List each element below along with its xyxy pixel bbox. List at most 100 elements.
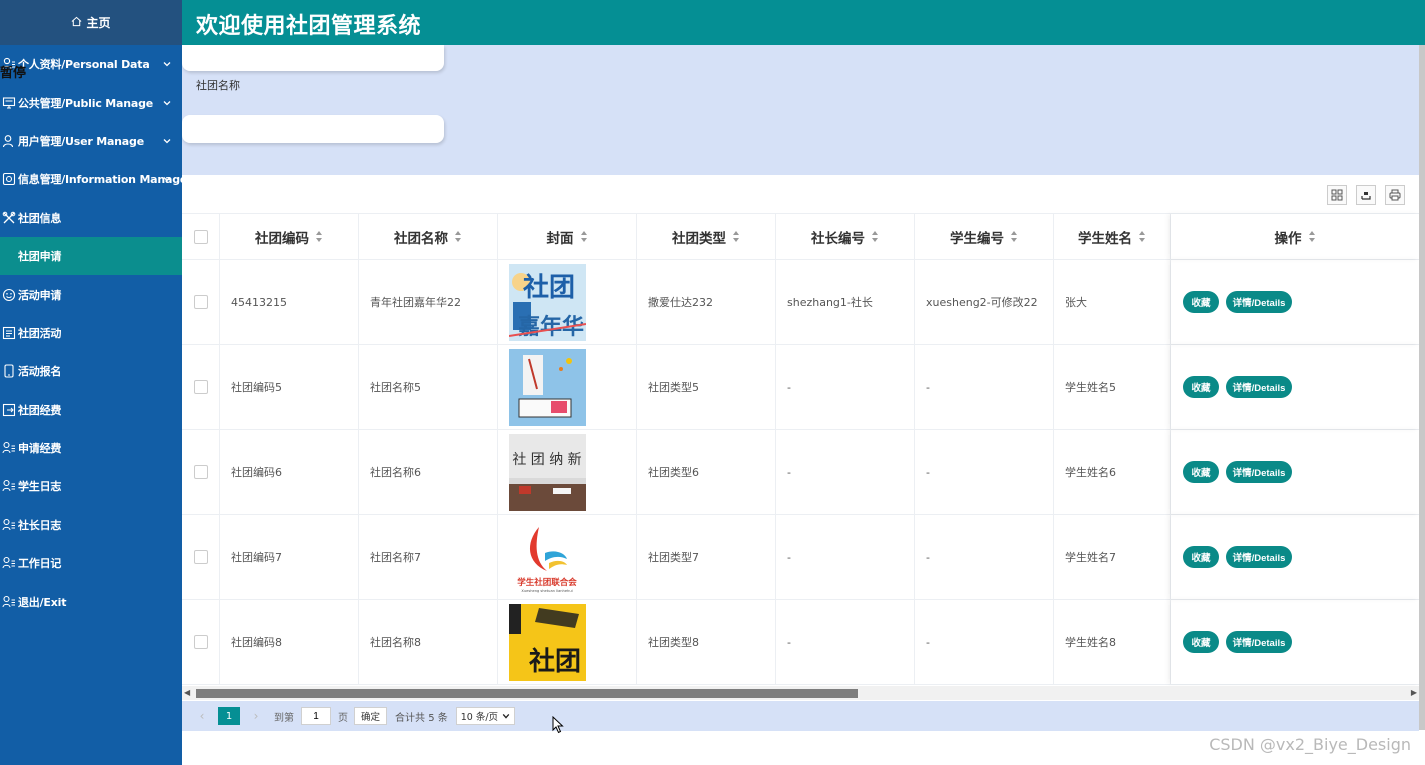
sidebar-item-information-manage[interactable]: 信息管理/Information Manage <box>0 160 187 198</box>
favorite-button[interactable]: 收藏 <box>1183 631 1219 653</box>
vertical-scroll-thumb[interactable] <box>1419 45 1425 730</box>
favorite-button[interactable]: 收藏 <box>1183 376 1219 398</box>
scroll-left-arrow-icon[interactable]: ◀ <box>184 688 190 697</box>
sidebar-item-user-manage[interactable]: 用户管理/User Manage <box>0 122 182 160</box>
vertical-scrollbar[interactable] <box>1419 45 1425 730</box>
page-title: 欢迎使用社团管理系统 <box>196 14 422 39</box>
sort-icon[interactable] <box>316 231 323 242</box>
export-icon[interactable] <box>1356 185 1376 205</box>
sidebar-item-leader-log[interactable]: 社长日志 <box>0 506 182 544</box>
cell-actions: 收藏 详情/Details <box>1171 345 1419 429</box>
cell-actions: 收藏 详情/Details <box>1171 515 1419 599</box>
column-header-label: 操作 <box>1274 230 1302 247</box>
sidebar-item-club-activity[interactable]: 社团活动 <box>0 314 182 352</box>
sidebar-item-student-log[interactable]: 学生日志 <box>0 467 182 505</box>
details-button[interactable]: 详情/Details <box>1226 376 1292 398</box>
goto-page-input[interactable] <box>301 707 331 725</box>
favorite-button[interactable]: 收藏 <box>1183 461 1219 483</box>
chevron-down-icon <box>502 713 510 719</box>
row-checkbox[interactable] <box>193 465 208 479</box>
chevron-down-icon <box>163 100 171 105</box>
current-page-button[interactable]: 1 <box>218 707 240 725</box>
print-icon[interactable] <box>1385 185 1405 205</box>
scroll-right-arrow-icon[interactable]: ▶ <box>1411 688 1417 697</box>
sort-icon[interactable] <box>1308 231 1316 242</box>
cover-text: 社团 <box>529 646 581 677</box>
sidebar-item-club-info[interactable]: 社团信息 <box>0 199 182 237</box>
column-header[interactable]: 操作 <box>1171 214 1419 259</box>
cover-text: 学生社团联合会 <box>517 577 577 588</box>
horizontal-scrollbar[interactable]: ◀ ▶ <box>182 686 1419 700</box>
cover-image-carnival[interactable]: 社团 嘉年华 <box>509 263 586 341</box>
column-header-label: 封面 <box>546 230 574 247</box>
sidebar-item-personal-data[interactable]: 个人资料/Personal Data <box>0 45 182 83</box>
sidebar-item-label: 活动报名 <box>18 365 62 379</box>
sidebar-item-club-application[interactable]: 社团申请 <box>0 236 182 276</box>
sidebar-item-label: 社团信息 <box>18 211 62 225</box>
cell-leader-no: - <box>776 345 915 429</box>
goto-confirm-button[interactable]: 确定 <box>354 707 388 725</box>
column-toggle-icon[interactable] <box>1327 185 1347 205</box>
sort-icon[interactable] <box>1139 231 1146 242</box>
sort-icon[interactable] <box>455 231 462 242</box>
favorite-button[interactable]: 收藏 <box>1183 546 1219 568</box>
details-button[interactable]: 详情/Details <box>1226 291 1292 313</box>
row-checkbox[interactable] <box>193 380 208 394</box>
cell-student-name: 张大 <box>1054 260 1171 344</box>
prev-page-icon[interactable]: ‹ <box>192 709 212 723</box>
details-button[interactable]: 详情/Details <box>1226 546 1292 568</box>
settings-icon <box>2 172 16 186</box>
cover-image-recruit-poster[interactable] <box>509 348 586 426</box>
page-size-select[interactable]: 10 条/页 <box>455 707 516 725</box>
watermark: CSDN @vx2_Biye_Design <box>1209 735 1411 754</box>
search-input-club-name[interactable] <box>182 115 444 143</box>
details-button[interactable]: 详情/Details <box>1226 461 1292 483</box>
table-row: 社团编码5 社团名称5 社团类型5 - - 学生姓名5 收藏 详情/Detail… <box>182 345 1419 430</box>
details-button[interactable]: 详情/Details <box>1226 631 1292 653</box>
sidebar-item-activity-signup[interactable]: 活动报名 <box>0 352 182 390</box>
sidebar-item-club-funds[interactable]: 社团经费 <box>0 391 182 429</box>
sidebar-home[interactable]: 主页 <box>0 0 182 45</box>
horizontal-scroll-thumb[interactable] <box>196 689 858 698</box>
cell-type: 撒爱仕达232 <box>637 260 776 344</box>
row-checkbox[interactable] <box>193 550 208 564</box>
table-row: 社团编码7 社团名称7 学生社团联合会 Xuesheng shetuan lia… <box>182 515 1419 600</box>
cover-image-recruit-board[interactable]: 社 团 纳 新 <box>509 433 586 511</box>
data-table: 社团编码 社团名称 封面 社团类型 社长编号 学生编号 学生姓名 操作 4541… <box>182 213 1419 685</box>
column-header-label: 社长编号 <box>811 230 865 247</box>
search-input-top[interactable] <box>182 45 444 71</box>
column-header[interactable]: 社团名称 <box>359 214 498 259</box>
column-header[interactable]: 学生姓名 <box>1054 214 1171 259</box>
top-header: 欢迎使用社团管理系统 <box>182 0 1425 45</box>
column-header[interactable]: 封面 <box>498 214 637 259</box>
sidebar-item-work-diary[interactable]: 工作日记 <box>0 544 182 582</box>
column-header[interactable]: 社长编号 <box>776 214 915 259</box>
column-header[interactable]: 学生编号 <box>915 214 1054 259</box>
column-header[interactable]: 社团编码 <box>220 214 359 259</box>
search-label-club-name: 社团名称 <box>196 79 240 92</box>
row-checkbox-cell <box>182 515 220 599</box>
sidebar-item-public-manage[interactable]: 公共管理/Public Manage <box>0 83 182 121</box>
sort-icon[interactable] <box>1011 231 1018 242</box>
cover-text: 社团 <box>523 272 575 303</box>
sort-icon[interactable] <box>580 231 588 242</box>
select-all-checkbox[interactable] <box>193 229 208 244</box>
sidebar-item-exit[interactable]: 退出/Exit <box>0 582 182 620</box>
sidebar-item-label: 工作日记 <box>18 557 62 571</box>
sidebar-item-activity-application[interactable]: 活动申请 <box>0 275 182 313</box>
next-page-icon[interactable]: › <box>246 709 266 723</box>
column-header[interactable]: 社团类型 <box>637 214 776 259</box>
cover-image-yellow-club[interactable]: 社团 <box>509 603 586 681</box>
sort-icon[interactable] <box>733 231 740 242</box>
cell-name: 青年社团嘉年华22 <box>359 260 498 344</box>
favorite-button[interactable]: 收藏 <box>1183 291 1219 313</box>
sidebar-item-apply-funds[interactable]: 申请经费 <box>0 429 182 467</box>
sort-icon[interactable] <box>872 231 879 242</box>
cell-cover: 学生社团联合会 Xuesheng shetuan lianhehui <box>498 515 637 599</box>
row-checkbox[interactable] <box>193 635 208 649</box>
column-header-label: 社团类型 <box>672 230 726 247</box>
cell-leader-no: - <box>776 515 915 599</box>
cover-image-union-logo[interactable]: 学生社团联合会 Xuesheng shetuan lianhehui <box>509 518 586 596</box>
cell-type: 社团类型8 <box>637 600 776 684</box>
row-checkbox[interactable] <box>193 295 208 309</box>
